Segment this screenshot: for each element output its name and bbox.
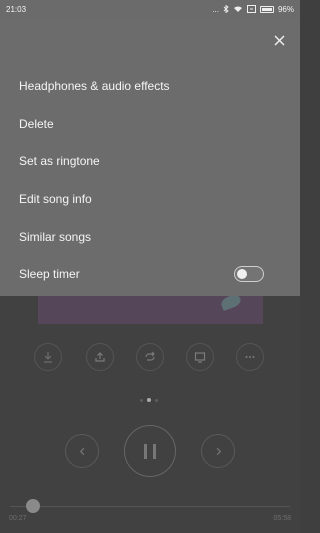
progress-track[interactable] [10,506,290,507]
current-time: 00:27 [9,515,27,522]
battery-saver-icon [246,5,256,13]
sleep-timer-toggle[interactable] [234,266,264,282]
next-icon [216,447,221,455]
menu-item-sleep-timer[interactable]: Sleep timer [19,260,219,288]
menu-item-set-as-ringtone[interactable]: Set as ringtone [19,147,281,175]
signal-dots: ... [212,4,219,14]
battery-percent: 96% [277,4,294,14]
player-action-row [0,343,300,373]
toggle-knob [237,269,247,279]
pause-icon [144,443,156,459]
page-dot [140,398,143,402]
bluetooth-icon [223,5,229,13]
menu-item-delete[interactable]: Delete [19,110,281,138]
menu-item-edit-song-info[interactable]: Edit song info [19,185,281,213]
download-icon[interactable] [34,343,62,371]
status-time: 21:03 [6,4,27,14]
close-button[interactable] [271,32,287,48]
repeat-icon[interactable] [136,343,164,371]
status-icons: ... 96% [212,5,294,14]
lyrics-icon[interactable] [186,343,214,371]
menu-item-headphones-audio-effects[interactable]: Headphones & audio effects [19,72,281,100]
album-art [38,292,263,324]
progress-knob[interactable] [26,499,40,513]
previous-button[interactable] [65,434,99,468]
options-menu: Headphones & audio effects Delete Set as… [0,18,300,296]
close-icon [274,35,284,45]
more-icon[interactable] [236,343,264,371]
next-button[interactable] [201,434,235,468]
wifi-icon [233,6,242,12]
share-icon[interactable] [86,343,114,371]
previous-icon [79,447,84,455]
page-dot [155,398,158,402]
menu-item-similar-songs[interactable]: Similar songs [19,223,281,251]
status-bar: 21:03 ... 96% [0,0,300,18]
page-dot-active [147,398,151,402]
total-time: 05:58 [273,515,291,522]
pause-button[interactable] [124,425,176,477]
battery-icon [259,5,274,13]
page-indicator [140,397,162,403]
